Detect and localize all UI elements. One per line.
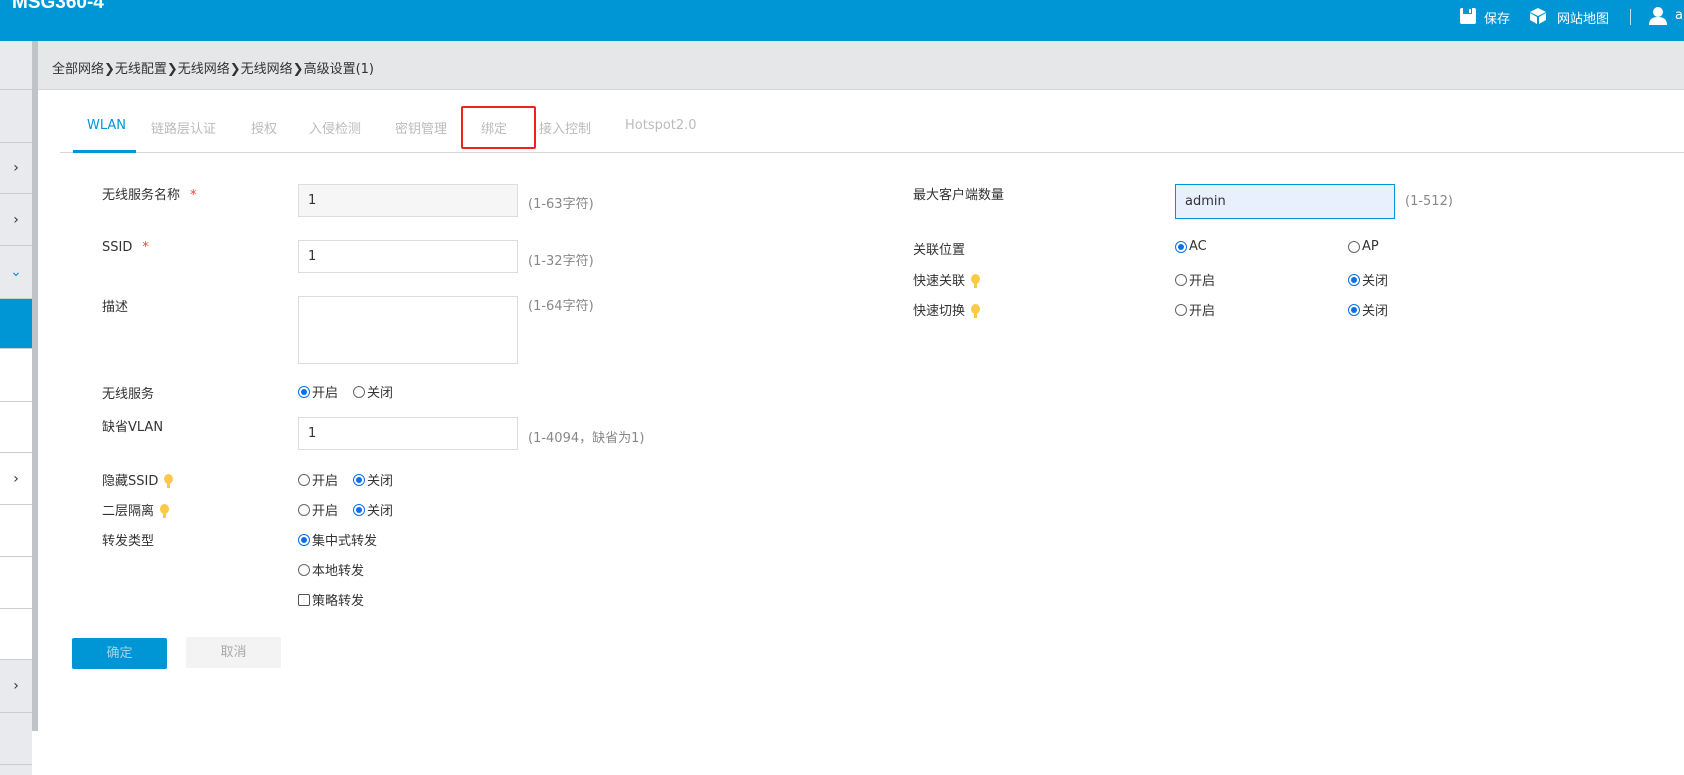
sidebar-item[interactable]: › [0,143,32,194]
radio-icon [298,385,310,398]
default-vlan-hint: (1-4094，缺省为1) [528,431,645,446]
tip-bulb-icon[interactable] [164,474,174,489]
cancel-button[interactable]: 取消 [186,637,281,668]
sidebar-item-expanded[interactable]: ⌄ [0,246,32,299]
sidebar-item[interactable] [0,90,32,143]
sidebar-item[interactable] [0,505,32,557]
chevron-right-icon: › [13,212,19,228]
sidebar-item[interactable] [0,557,32,609]
ssid-input[interactable]: 1 [298,240,518,273]
tab-hotspot[interactable]: Hotspot2.0 [625,118,697,133]
tip-bulb-icon[interactable] [160,504,170,519]
wireless-service-on-radio[interactable]: 开启 [298,382,338,401]
save-icon[interactable] [1459,7,1477,25]
sitemap-link[interactable]: 网站地图 [1557,8,1609,27]
sidebar: › › ⌄ › › [0,41,32,775]
assoc-location-label: 关联位置 [913,243,966,258]
max-clients-label: 最大客户端数量 [913,188,1005,203]
highlight-box [461,106,536,149]
fast-roam-on-radio[interactable]: 开启 [1175,300,1215,319]
radio-icon [298,563,310,576]
tab-authorization[interactable]: 授权 [251,118,277,137]
radio-icon [1175,240,1187,253]
wireless-service-off-radio[interactable]: 关闭 [353,382,393,401]
forward-policy-checkbox[interactable]: 策略转发 [298,590,364,609]
assoc-ap-radio[interactable]: AP [1348,239,1379,254]
tip-bulb-icon[interactable] [971,304,981,319]
fast-assoc-off-radio[interactable]: 关闭 [1348,270,1388,289]
description-label: 描述 [102,300,129,315]
chevron-down-icon: ⌄ [10,264,22,280]
fast-assoc-on-radio[interactable]: 开启 [1175,270,1215,289]
assoc-ac-radio[interactable]: AC [1175,239,1207,254]
chevron-right-icon: › [13,678,19,694]
ok-button[interactable]: 确定 [72,638,167,669]
forward-central-radio[interactable]: 集中式转发 [298,530,377,549]
fast-roam-off-radio[interactable]: 关闭 [1348,300,1388,319]
max-clients-input[interactable]: admin [1175,184,1395,219]
max-clients-hint: (1-512) [1405,194,1453,209]
radio-icon [1348,273,1360,286]
l2-isolation-label: 二层隔离 [102,500,170,519]
tab-link-auth[interactable]: 链路层认证 [151,118,216,137]
tab-intrusion-detection[interactable]: 入侵检测 [309,118,361,137]
app-title: MSG360-4 [12,0,104,13]
sidebar-item[interactable] [0,609,32,660]
service-name-label: 无线服务名称 * [102,188,197,203]
service-name-input[interactable]: 1 [298,184,518,217]
top-header: MSG360-4 保存 网站地图 a [0,0,1684,41]
save-button[interactable]: 保存 [1484,8,1510,27]
forward-type-label: 转发类型 [102,534,155,549]
sidebar-item[interactable] [0,349,32,402]
sidebar-item[interactable]: › [0,194,32,246]
breadcrumb: 全部网络❯无线配置❯无线网络❯无线网络❯高级设置(1) [52,62,374,77]
hide-ssid-off-radio[interactable]: 关闭 [353,470,393,489]
chevron-right-icon: › [13,160,19,176]
radio-icon [1348,303,1360,316]
sidebar-item[interactable] [0,41,32,90]
forward-local-radio[interactable]: 本地转发 [298,560,364,579]
sidebar-item[interactable] [0,402,32,453]
fast-roam-label: 快速切换 [913,300,981,319]
sidebar-item[interactable]: › [0,660,32,713]
ssid-hint: (1-32字符) [528,254,594,269]
hide-ssid-on-radio[interactable]: 开启 [298,470,338,489]
radio-icon [1175,303,1187,316]
user-icon[interactable] [1648,6,1668,26]
sidebar-item-active[interactable] [0,299,32,349]
wireless-service-label: 无线服务 [102,387,155,402]
fast-assoc-label: 快速关联 [913,270,981,289]
l2-isolation-off-radio[interactable]: 关闭 [353,500,393,519]
ssid-label: SSID * [102,240,149,255]
default-vlan-input[interactable]: 1 [298,417,518,450]
checkbox-icon [298,593,310,606]
radio-icon [353,385,365,398]
sidebar-item[interactable]: › [0,453,32,505]
tab-access-control[interactable]: 接入控制 [539,118,591,137]
tab-key-management[interactable]: 密钥管理 [395,118,447,137]
l2-isolation-on-radio[interactable]: 开启 [298,500,338,519]
radio-icon [1175,273,1187,286]
active-tab-underline [73,150,136,153]
radio-icon [353,473,365,486]
header-divider [1630,9,1631,25]
hide-ssid-label: 隐藏SSID [102,470,174,489]
radio-icon [298,503,310,516]
radio-icon [353,503,365,516]
radio-icon [298,533,310,546]
description-textarea[interactable] [298,296,518,364]
default-vlan-label: 缺省VLAN [102,420,164,435]
tab-divider [60,152,1684,153]
description-hint: (1-64字符) [528,299,594,314]
sidebar-item[interactable] [0,713,32,765]
radio-icon [1348,240,1360,253]
sidebar-scrollbar[interactable] [32,41,38,731]
user-name[interactable]: a [1675,8,1683,23]
radio-icon [298,473,310,486]
tab-wlan[interactable]: WLAN [87,118,126,133]
sitemap-cube-icon[interactable] [1529,7,1547,25]
tip-bulb-icon[interactable] [971,274,981,289]
chevron-right-icon: › [13,471,19,487]
service-name-hint: (1-63字符) [528,197,594,212]
